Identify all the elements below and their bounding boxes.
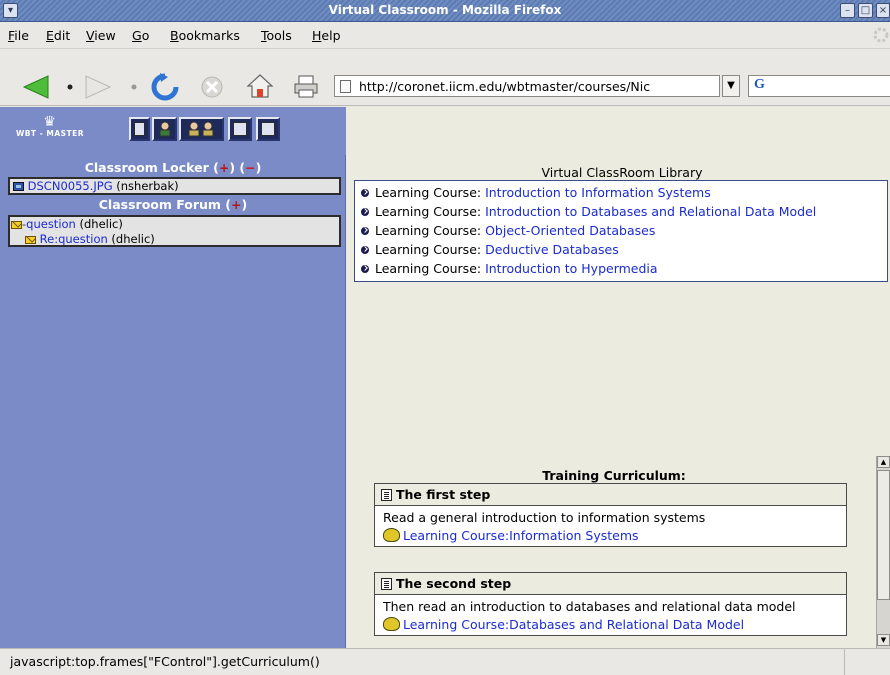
library-heading: Virtual ClassRoom Library [541, 165, 703, 180]
url-text[interactable]: http://coronet.iicm.edu/wbtmaster/course… [359, 79, 711, 94]
forum-thread-link[interactable]: question [26, 217, 76, 231]
home-icon[interactable] [246, 73, 274, 99]
forward-history-dropdown-icon[interactable] [130, 83, 138, 91]
list-item: DSCN0055.JPG (nsherbak) [13, 179, 179, 193]
locker-add-button[interactable]: + [219, 160, 229, 175]
course-link[interactable]: Introduction to Information Systems [485, 185, 711, 200]
maximize-button[interactable]: □ [858, 3, 873, 18]
google-search-icon[interactable]: G [754, 77, 765, 93]
users-icon [188, 121, 214, 137]
scroll-up-icon[interactable]: ▲ [877, 456, 890, 468]
image-file-icon [13, 182, 24, 191]
status-text: javascript:top.frames["FControl"].getCur… [0, 649, 845, 675]
list-item: Learning Course: Introduction to Informa… [361, 185, 711, 200]
arrow-bullet-icon [361, 264, 369, 273]
throbber-icon [873, 27, 889, 43]
refresh-tool-button[interactable] [129, 117, 150, 141]
arrow-bullet-icon [361, 188, 369, 197]
document-tool-button[interactable] [228, 117, 252, 141]
wbt-master-logo: ♛ WBT - MASTER [15, 114, 85, 138]
forum-add-button[interactable]: + [231, 197, 241, 212]
locker-heading: Classroom Locker (+) (−) [84, 160, 262, 175]
step-course-link[interactable]: Learning Course:Information Systems [403, 528, 639, 543]
users-tool-button[interactable] [179, 117, 224, 141]
close-button[interactable]: × [876, 3, 890, 18]
document-icon [381, 577, 392, 590]
forum-list: -question (dhelic) Re:question (dhelic) [8, 215, 341, 247]
menu-bookmarks[interactable]: Bookmarks [170, 28, 240, 43]
locker-file-link[interactable]: DSCN0055.JPG [28, 179, 113, 193]
navigation-toolbar: http://coronet.iicm.edu/wbtmaster/course… [0, 49, 890, 106]
back-history-dropdown-icon[interactable] [66, 83, 74, 91]
menu-view[interactable]: View [86, 28, 116, 43]
curriculum-heading: Training Curriculum: [542, 468, 686, 483]
save-tool-button[interactable] [256, 117, 280, 141]
course-icon [383, 527, 400, 542]
forum-reply-link[interactable]: Re:question [40, 232, 108, 246]
scroll-down-icon[interactable]: ▼ [877, 634, 890, 646]
menu-go[interactable]: Go [132, 28, 149, 43]
stop-icon[interactable] [200, 75, 224, 99]
status-bar: javascript:top.frames["FControl"].getCur… [0, 648, 890, 675]
search-box[interactable]: G [748, 75, 890, 97]
reload-icon[interactable] [150, 73, 180, 101]
menu-edit[interactable]: Edit [46, 28, 70, 43]
list-item: Re:question (dhelic) [25, 232, 155, 246]
course-link[interactable]: Introduction to Hypermedia [485, 261, 657, 276]
course-link[interactable]: Introduction to Databases and Relational… [485, 204, 816, 219]
step-link-row: Learning Course:Databases and Relational… [383, 616, 744, 633]
left-frame: ♛ WBT - MASTER Classroom Locker (+) (−) … [0, 107, 346, 648]
url-history-dropdown[interactable]: ▼ [722, 75, 740, 97]
arrow-bullet-icon [361, 207, 369, 216]
step-title: The first step [375, 484, 846, 506]
window-titlebar: ▾ Virtual Classroom - Mozilla Firefox – … [0, 0, 890, 22]
course-link[interactable]: Object-Oriented Databases [485, 223, 655, 238]
wbt-toolbar: ♛ WBT - MASTER [0, 107, 346, 155]
print-icon[interactable] [292, 73, 320, 99]
menu-help[interactable]: Help [312, 28, 341, 43]
list-item: Learning Course: Deductive Databases [361, 242, 619, 257]
minimize-button[interactable]: – [840, 3, 855, 18]
scroll-thumb[interactable] [877, 470, 890, 600]
course-icon [383, 616, 400, 631]
arrow-bullet-icon [361, 226, 369, 235]
menu-tools[interactable]: Tools [261, 28, 292, 43]
forum-heading: Classroom Forum (+) [98, 197, 248, 212]
url-bar[interactable]: http://coronet.iicm.edu/wbtmaster/course… [334, 75, 720, 97]
window-title: Virtual Classroom - Mozilla Firefox [328, 3, 562, 17]
list-item: -question (dhelic) [11, 217, 123, 231]
locker-list: DSCN0055.JPG (nsherbak) [8, 177, 341, 195]
list-item: Learning Course: Introduction to Databas… [361, 204, 816, 219]
step-course-link[interactable]: Learning Course:Databases and Relational… [403, 617, 744, 632]
step-description: Read a general introduction to informati… [383, 510, 706, 525]
arrow-bullet-icon [361, 245, 369, 254]
envelope-icon [25, 235, 36, 244]
step-description: Then read an introduction to databases a… [383, 599, 796, 614]
user-icon [159, 121, 171, 137]
document-icon [381, 488, 392, 501]
curriculum-step: The first step Read a general introducti… [374, 483, 847, 547]
user-tool-button[interactable] [152, 117, 177, 141]
course-link[interactable]: Deductive Databases [485, 242, 619, 257]
step-link-row: Learning Course:Information Systems [383, 527, 639, 544]
list-item: Learning Course: Object-Oriented Databas… [361, 223, 655, 238]
page-icon [340, 80, 351, 93]
curriculum-step: The second step Then read an introductio… [374, 572, 847, 636]
page-content: ♛ WBT - MASTER Classroom Locker (+) (−) … [0, 107, 890, 648]
back-icon[interactable] [22, 75, 54, 99]
menu-bar: File Edit View Go Bookmarks Tools Help [0, 22, 890, 49]
forward-icon[interactable] [80, 75, 112, 99]
curriculum-scrollbar[interactable]: ▲ ▼ [876, 456, 890, 648]
step-title: The second step [375, 573, 846, 595]
menu-file[interactable]: File [8, 28, 29, 43]
library-list: Learning Course: Introduction to Informa… [354, 180, 888, 282]
envelope-icon [11, 220, 22, 229]
locker-remove-button[interactable]: − [245, 160, 255, 175]
list-item: Learning Course: Introduction to Hyperme… [361, 261, 658, 276]
